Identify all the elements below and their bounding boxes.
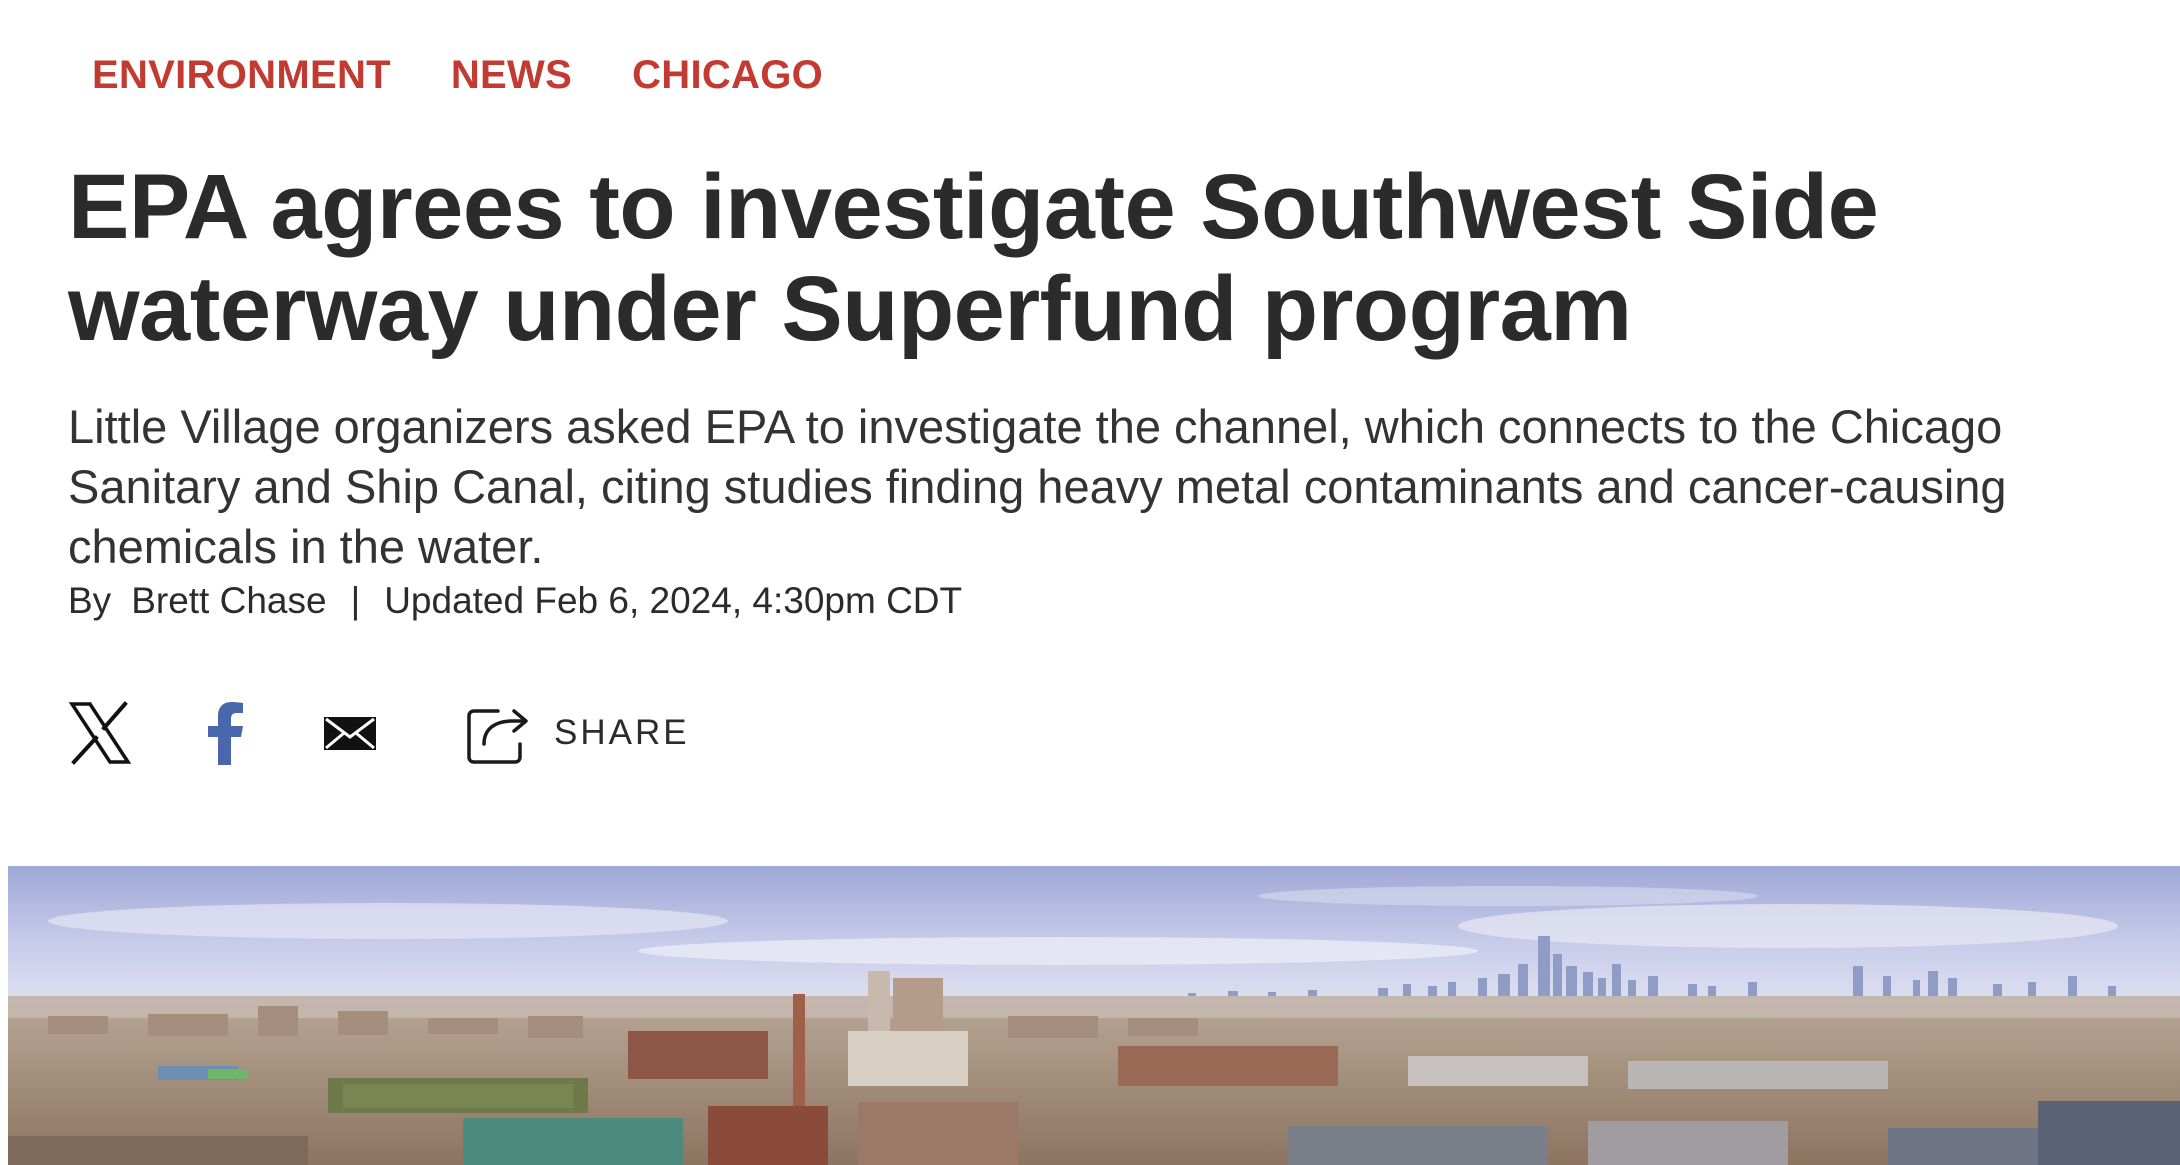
share-icon bbox=[464, 699, 532, 767]
email-icon[interactable] bbox=[322, 713, 378, 753]
subheadline: Little Village organizers asked EPA to i… bbox=[68, 400, 2007, 573]
x-icon[interactable] bbox=[68, 701, 132, 765]
author-link[interactable]: Brett Chase bbox=[131, 581, 326, 621]
share-button[interactable]: SHARE bbox=[464, 699, 690, 767]
share-label: SHARE bbox=[554, 713, 690, 752]
category-links: Environment News Chicago bbox=[92, 55, 823, 95]
byline: By Brett Chase | Updated Feb 6, 2024, 4:… bbox=[68, 581, 962, 621]
category-link-news[interactable]: News bbox=[451, 55, 572, 95]
hero-image bbox=[8, 866, 2180, 1165]
category-link-chicago[interactable]: Chicago bbox=[632, 55, 823, 95]
article-page: Environment News Chicago EPA agrees to i… bbox=[0, 0, 2180, 1165]
updated-timestamp: Updated Feb 6, 2024, 4:30pm CDT bbox=[384, 580, 963, 621]
share-bar: SHARE bbox=[68, 698, 690, 768]
byline-prefix: By bbox=[68, 580, 112, 621]
category-link-environment[interactable]: Environment bbox=[92, 55, 391, 95]
byline-separator: | bbox=[350, 580, 361, 621]
facebook-icon[interactable] bbox=[204, 701, 248, 765]
headline: EPA agrees to investigate Southwest Side… bbox=[68, 156, 1879, 360]
